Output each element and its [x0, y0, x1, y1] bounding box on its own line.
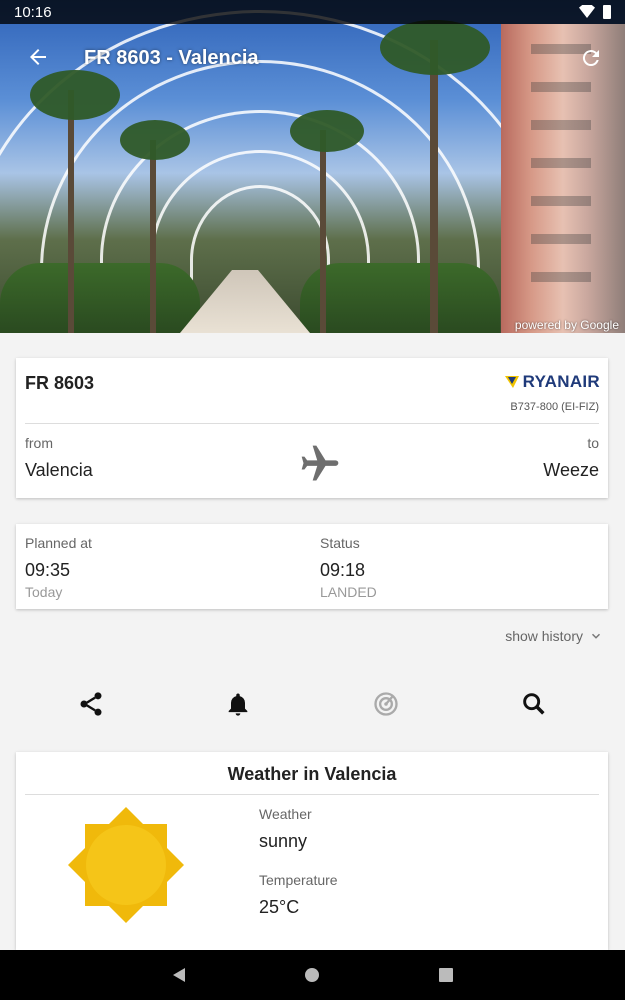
nav-home-icon[interactable]: [303, 966, 321, 984]
schedule-card: Planned at 09:35 Today Status 09:18 LAND…: [16, 524, 608, 609]
planned-label: Planned at: [25, 535, 92, 551]
planned-day: Today: [25, 584, 63, 600]
temperature-label: Temperature: [259, 872, 338, 888]
nav-recents-icon[interactable]: [437, 966, 455, 984]
back-arrow-icon[interactable]: [26, 45, 50, 69]
divider: [25, 794, 599, 795]
status-bar: 10:16: [0, 0, 625, 24]
show-history-label: show history: [505, 628, 583, 644]
battery-icon: [603, 5, 611, 19]
chevron-down-icon: [591, 633, 601, 639]
flight-number: FR 8603: [25, 373, 95, 393]
status-time: 10:16: [14, 4, 52, 21]
to-city: Weeze: [543, 460, 599, 480]
bell-icon[interactable]: [224, 690, 252, 718]
search-icon[interactable]: [520, 690, 548, 718]
from-city: Valencia: [25, 460, 93, 480]
refresh-icon[interactable]: [579, 46, 603, 70]
radar-icon[interactable]: [372, 690, 400, 718]
status-label: Status: [320, 535, 360, 551]
airline-name: RYANAIR: [522, 372, 600, 391]
system-nav-bar: [0, 950, 625, 1000]
airline-logo: RYANAIR: [504, 372, 600, 392]
page-title: FR 8603 - Valencia: [84, 47, 259, 69]
planned-time: 09:35: [25, 560, 71, 580]
to-label: to: [587, 435, 599, 451]
nav-back-icon[interactable]: [170, 966, 188, 984]
harp-icon: [504, 376, 519, 388]
weather-label: Weather: [259, 806, 312, 822]
show-history-button[interactable]: show history: [505, 628, 603, 644]
airplane-icon: [301, 445, 339, 481]
wifi-icon: [579, 5, 595, 18]
share-icon[interactable]: [77, 690, 105, 718]
google-credit: powered by Google: [514, 318, 619, 332]
from-label: from: [25, 435, 53, 451]
status-text: LANDED: [320, 584, 377, 600]
aircraft-type: B737-800 (EI-FIZ): [510, 401, 599, 413]
temperature-value: 25°C: [259, 897, 300, 917]
action-bar: [0, 686, 625, 722]
weather-value: sunny: [259, 831, 308, 851]
weather-card: Weather in Valencia Weather sunny Temper…: [16, 752, 608, 950]
divider: [25, 423, 599, 424]
weather-title: Weather in Valencia: [227, 764, 397, 784]
status-time: 09:18: [320, 560, 366, 580]
sun-icon: [68, 807, 184, 923]
flight-card: FR 8603 RYANAIR B737-800 (EI-FIZ) from V…: [16, 358, 608, 498]
